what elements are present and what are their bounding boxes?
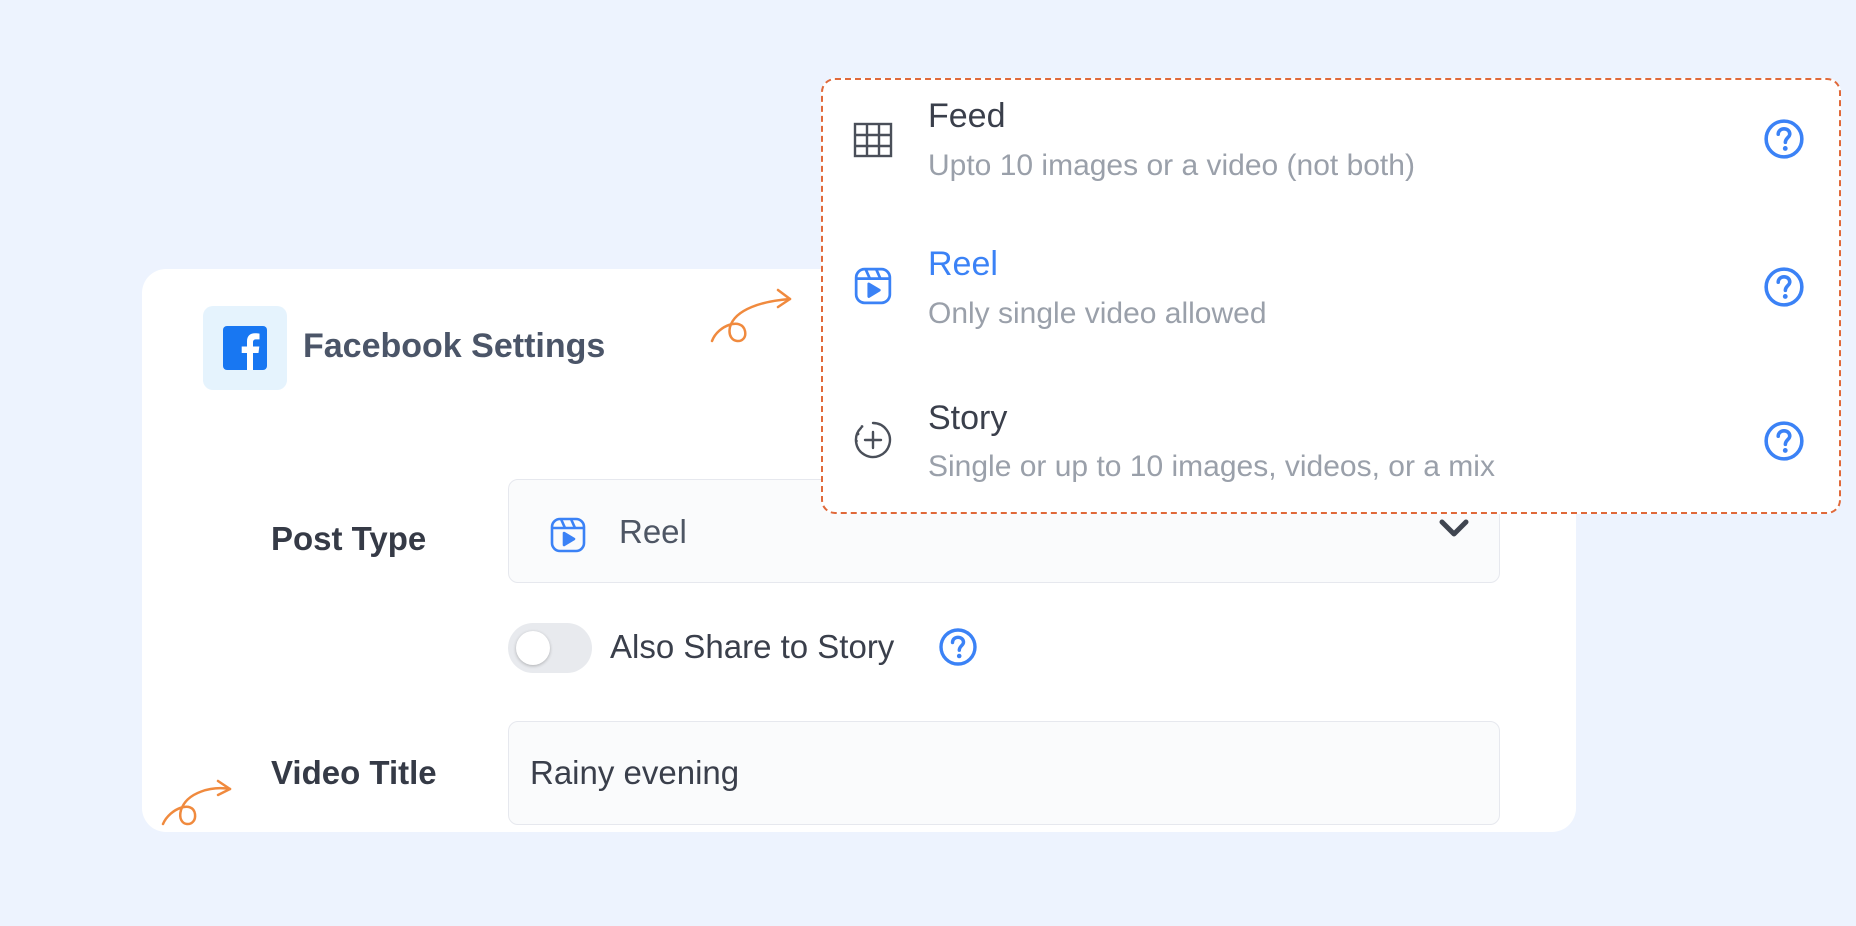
help-icon[interactable] (1763, 118, 1805, 165)
help-icon[interactable] (1763, 420, 1805, 467)
dropdown-option-feed[interactable]: Feed Upto 10 images or a video (not both… (823, 84, 1839, 204)
dropdown-option-reel[interactable]: Reel Only single video allowed (823, 238, 1839, 358)
post-type-label: Post Type (271, 520, 427, 557)
option-subtitle: Single or up to 10 images, videos, or a … (928, 450, 1495, 483)
card-title: Facebook Settings (303, 327, 606, 365)
reel-icon (549, 516, 587, 559)
share-to-story-toggle[interactable] (508, 623, 592, 673)
annotation-arrow-bottom (161, 779, 232, 826)
option-subtitle: Upto 10 images or a video (not both) (928, 149, 1415, 182)
help-icon[interactable] (1763, 266, 1805, 313)
dropdown-option-story[interactable]: Story Single or up to 10 images, videos,… (823, 390, 1839, 510)
toggle-knob (516, 631, 550, 665)
reel-icon (853, 266, 893, 311)
chevron-down-icon (1439, 518, 1469, 545)
post-type-value: Reel (619, 513, 687, 550)
story-add-icon (853, 420, 893, 465)
grid-icon (853, 120, 893, 165)
facebook-logo (203, 306, 287, 390)
annotation-arrow-top (710, 288, 792, 343)
share-to-story-label: Also Share to Story (610, 628, 895, 665)
video-title-input[interactable] (509, 722, 1499, 824)
option-subtitle: Only single video allowed (928, 297, 1267, 330)
video-title-field[interactable] (508, 721, 1500, 825)
option-title: Reel (928, 245, 998, 283)
facebook-icon (223, 326, 267, 370)
post-type-dropdown: Feed Upto 10 images or a video (not both… (821, 78, 1841, 514)
help-icon[interactable] (938, 627, 978, 672)
option-title: Story (928, 399, 1008, 437)
video-title-label: Video Title (271, 754, 437, 791)
option-title: Feed (928, 97, 1006, 135)
